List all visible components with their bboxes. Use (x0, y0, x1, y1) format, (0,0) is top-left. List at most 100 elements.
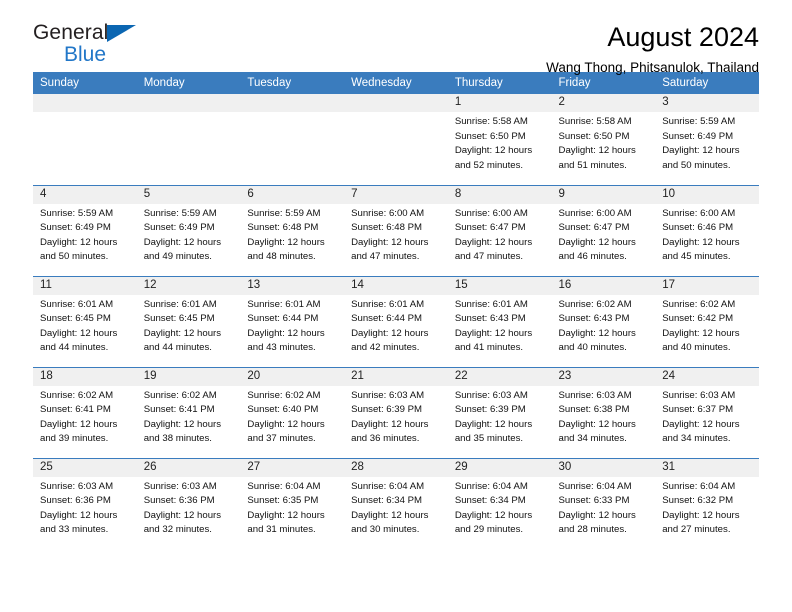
day-number: 19 (136, 367, 241, 386)
day-details: Sunrise: 6:01 AM Sunset: 6:45 PM Daylight:… (137, 295, 241, 356)
column-header-sunday: Sunday (33, 72, 137, 94)
daylight-text: Daylight: 12 hours (143, 327, 222, 339)
day-cell[interactable]: 10 Sunrise: 6:00 AM Sunset: 6:46 PM Dayligh… (655, 184, 759, 276)
day-cell[interactable]: 19 Sunrise: 6:02 AM Sunset: 6:41 PM Dayligh… (136, 366, 241, 458)
day-details: Sunrise: 6:00 AM Sunset: 6:48 PM Daylight:… (344, 204, 448, 265)
day-cell[interactable]: 11 Sunrise: 6:01 AM Sunset: 6:45 PM Dayligh… (33, 275, 137, 367)
daylight-text-cont: and 33 minutes. (40, 524, 109, 536)
daylight-text: Daylight: 12 hours (662, 327, 740, 339)
day-number (344, 94, 448, 112)
daylight-text: Daylight: 12 hours (662, 145, 740, 157)
sunrise-text: Sunrise: 6:04 AM (454, 480, 528, 492)
day-number: 18 (33, 367, 137, 386)
day-cell[interactable]: 25 Sunrise: 6:03 AM Sunset: 6:36 PM Dayligh… (33, 457, 137, 549)
day-cell[interactable]: 18 Sunrise: 6:02 AM Sunset: 6:41 PM Dayligh… (33, 366, 137, 458)
day-cell[interactable]: 1 Sunrise: 5:58 AM Sunset: 6:50 PM Daylight… (447, 94, 552, 185)
day-cell[interactable]: 17 Sunrise: 6:02 AM Sunset: 6:42 PM Dayligh… (655, 275, 759, 367)
day-cell-content: 11 Sunrise: 6:01 AM Sunset: 6:45 PM Dayligh… (33, 276, 137, 367)
sunrise-text: Sunrise: 6:00 AM (558, 207, 632, 219)
page-subtitle: Wang Thong, Phitsanulok, Thailand (546, 60, 759, 76)
day-number: 5 (136, 185, 241, 204)
daylight-text-cont: and 31 minutes. (247, 524, 316, 536)
day-details (344, 112, 448, 115)
sunset-text: Sunset: 6:41 PM (143, 404, 215, 416)
day-number: 7 (344, 185, 448, 204)
day-cell[interactable]: 5 Sunrise: 5:59 AM Sunset: 6:49 PM Daylight… (136, 184, 241, 276)
day-cell[interactable]: 28 Sunrise: 6:04 AM Sunset: 6:34 PM Dayligh… (344, 457, 448, 549)
day-cell[interactable]: 2 Sunrise: 5:58 AM Sunset: 6:50 PM Daylight… (551, 94, 656, 185)
day-number: 1 (447, 94, 552, 112)
day-cell[interactable]: 20 Sunrise: 6:02 AM Sunset: 6:40 PM Dayligh… (240, 366, 345, 458)
day-cell-content: 21 Sunrise: 6:03 AM Sunset: 6:39 PM Dayligh… (344, 367, 448, 458)
day-details: Sunrise: 6:03 AM Sunset: 6:36 PM Daylight:… (137, 477, 241, 538)
day-cell[interactable]: 8 Sunrise: 6:00 AM Sunset: 6:47 PM Daylight… (447, 184, 552, 276)
day-cell[interactable]: 12 Sunrise: 6:01 AM Sunset: 6:45 PM Dayligh… (136, 275, 241, 367)
day-cell[interactable]: 16 Sunrise: 6:02 AM Sunset: 6:43 PM Dayligh… (551, 275, 656, 367)
day-number: 4 (33, 185, 137, 204)
day-cell[interactable]: 6 Sunrise: 5:59 AM Sunset: 6:48 PM Daylight… (240, 184, 345, 276)
daylight-text: Daylight: 12 hours (454, 418, 533, 430)
sunset-text: Sunset: 6:35 PM (247, 495, 319, 507)
sunrise-text: Sunrise: 5:58 AM (454, 116, 528, 127)
day-details: Sunrise: 6:02 AM Sunset: 6:41 PM Daylight:… (137, 386, 241, 447)
daylight-text-cont: and 43 minutes. (247, 342, 316, 354)
day-cell[interactable]: 21 Sunrise: 6:03 AM Sunset: 6:39 PM Dayligh… (344, 366, 448, 458)
day-number: 31 (655, 458, 759, 477)
day-cell[interactable]: 27 Sunrise: 6:04 AM Sunset: 6:35 PM Dayligh… (240, 457, 345, 549)
day-details: Sunrise: 6:02 AM Sunset: 6:42 PM Daylight:… (655, 295, 759, 356)
sunset-text: Sunset: 6:44 PM (247, 313, 319, 325)
daylight-text-cont: and 50 minutes. (40, 251, 109, 263)
day-cell[interactable]: 13 Sunrise: 6:01 AM Sunset: 6:44 PM Dayligh… (240, 275, 345, 367)
day-cell[interactable]: 9 Sunrise: 6:00 AM Sunset: 6:47 PM Daylight… (551, 184, 656, 276)
day-cell[interactable]: 31 Sunrise: 6:04 AM Sunset: 6:32 PM Dayligh… (655, 457, 759, 549)
sunrise-text: Sunrise: 6:03 AM (40, 480, 114, 492)
brand-logo[interactable]: General Blue (33, 22, 153, 68)
day-cell[interactable]: 15 Sunrise: 6:01 AM Sunset: 6:43 PM Dayligh… (447, 275, 552, 367)
sunrise-text: Sunrise: 5:58 AM (558, 116, 632, 127)
day-cell-content: 30 Sunrise: 6:04 AM Sunset: 6:33 PM Dayligh… (551, 458, 656, 550)
column-header-friday: Friday (551, 72, 656, 94)
daylight-text: Daylight: 12 hours (558, 145, 636, 157)
day-cell-content: 7 Sunrise: 6:00 AM Sunset: 6:48 PM Daylight… (344, 185, 448, 276)
daylight-text: Daylight: 12 hours (40, 327, 118, 339)
day-cell[interactable]: 29 Sunrise: 6:04 AM Sunset: 6:34 PM Dayligh… (447, 457, 552, 550)
day-number: 17 (655, 276, 759, 295)
daylight-text: Daylight: 12 hours (247, 509, 325, 521)
day-cell[interactable]: 30 Sunrise: 6:04 AM Sunset: 6:33 PM Dayligh… (551, 457, 656, 550)
day-number: 15 (447, 276, 552, 295)
column-header-wednesday: Wednesday (344, 72, 448, 94)
day-details: Sunrise: 6:00 AM Sunset: 6:46 PM Daylight:… (655, 204, 759, 265)
day-cell[interactable]: 23 Sunrise: 6:03 AM Sunset: 6:38 PM Dayligh… (551, 366, 656, 458)
sunset-text: Sunset: 6:46 PM (662, 222, 734, 234)
day-details: Sunrise: 6:03 AM Sunset: 6:39 PM Daylight:… (344, 386, 448, 447)
day-number: 24 (655, 367, 759, 386)
day-cell-empty (240, 94, 345, 185)
day-cell[interactable]: 7 Sunrise: 6:00 AM Sunset: 6:48 PM Daylight… (344, 184, 448, 276)
daylight-text-cont: and 44 minutes. (143, 342, 212, 354)
day-cell[interactable]: 26 Sunrise: 6:03 AM Sunset: 6:36 PM Dayligh… (136, 457, 241, 549)
day-cell[interactable]: 22 Sunrise: 6:03 AM Sunset: 6:39 PM Dayligh… (447, 366, 552, 458)
day-details: Sunrise: 6:04 AM Sunset: 6:34 PM Daylight:… (344, 477, 448, 538)
day-cell-content: 13 Sunrise: 6:01 AM Sunset: 6:44 PM Dayligh… (240, 276, 345, 367)
sunrise-text: Sunrise: 6:03 AM (662, 389, 736, 401)
day-number: 11 (33, 276, 137, 295)
day-number: 12 (136, 276, 241, 295)
sunrise-text: Sunrise: 6:00 AM (454, 207, 528, 219)
day-details: Sunrise: 6:02 AM Sunset: 6:41 PM Daylight:… (33, 386, 137, 447)
day-cell[interactable]: 4 Sunrise: 5:59 AM Sunset: 6:49 PM Daylight… (33, 184, 137, 276)
title-block: August 2024 Wang Thong, Phitsanulok, Tha… (546, 22, 759, 75)
daylight-text: Daylight: 12 hours (558, 509, 636, 521)
daylight-text: Daylight: 12 hours (351, 327, 429, 339)
daylight-text: Daylight: 12 hours (662, 509, 740, 521)
daylight-text-cont: and 49 minutes. (143, 251, 212, 263)
day-cell[interactable]: 14 Sunrise: 6:01 AM Sunset: 6:44 PM Dayligh… (344, 275, 448, 367)
daylight-text: Daylight: 12 hours (351, 509, 429, 521)
day-number: 30 (551, 458, 656, 477)
day-cell[interactable]: 24 Sunrise: 6:03 AM Sunset: 6:37 PM Dayligh… (655, 366, 759, 458)
day-cell-content: 29 Sunrise: 6:04 AM Sunset: 6:34 PM Dayligh… (447, 458, 552, 550)
day-details: Sunrise: 6:00 AM Sunset: 6:47 PM Daylight:… (448, 204, 552, 265)
sunset-text: Sunset: 6:49 PM (662, 130, 734, 142)
day-cell[interactable]: 3 Sunrise: 5:59 AM Sunset: 6:49 PM Daylight… (655, 94, 759, 185)
day-details: Sunrise: 5:58 AM Sunset: 6:50 PM Daylight:… (552, 112, 656, 173)
day-number (240, 94, 345, 112)
